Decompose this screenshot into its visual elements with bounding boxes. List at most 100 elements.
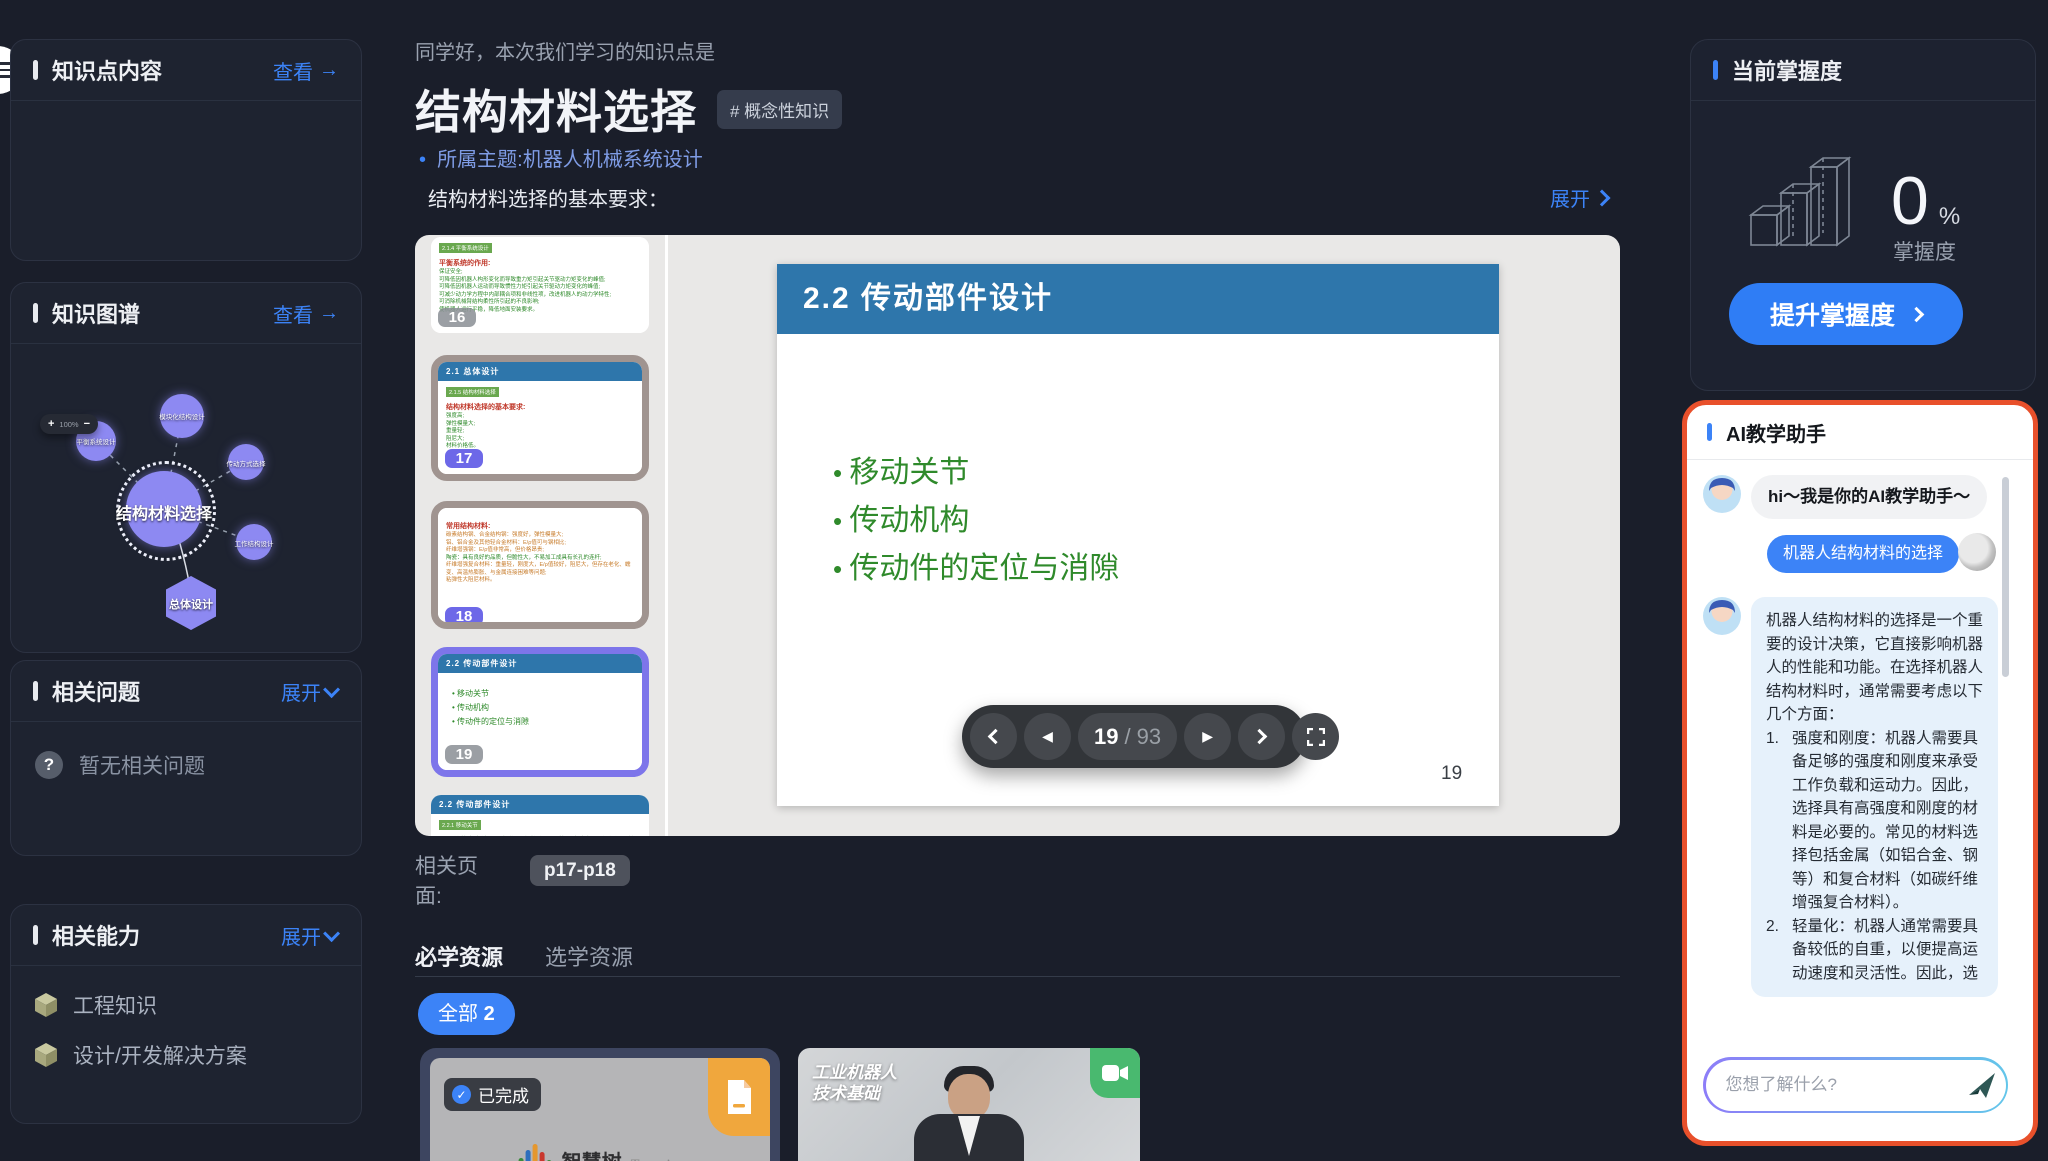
empty-state: ? 暂无相关问题 (11, 722, 361, 808)
logo-bars-icon (519, 1144, 554, 1161)
resource-card-video[interactable]: 工业机器人 技术基础 (798, 1048, 1140, 1161)
thumb-page-badge: 19 (445, 745, 483, 764)
panel-knowledge-content: 知识点内容 查看 → (10, 39, 362, 261)
thumbnail-page-18[interactable]: 常用结构材料: 碳素结构钢、合金结构钢：强度好，弹性模量大; 铝、铝合金及其他轻… (431, 501, 649, 629)
panel-marker (33, 681, 38, 701)
app-root: 知识点内容 查看 → 知识图谱 查看 → 模块化结构设计 平衡系统设计 传动方式 (0, 0, 2048, 1161)
knowledge-type-badge: # 概念性知识 (717, 90, 842, 129)
graph-center-label: 结构材料选择 (89, 500, 239, 524)
page-title: 结构材料选择 (415, 76, 697, 142)
graph-hex-label: 总体设计 (145, 596, 237, 612)
requirement-text: 结构材料选择的基本要求： (428, 183, 668, 212)
document-thumbnail: ✓ 已完成 智慧树 Treenity (430, 1058, 770, 1161)
thumb-page-badge: 17 (445, 449, 483, 468)
resource-card-document[interactable]: ✓ 已完成 智慧树 Treenity (420, 1048, 780, 1161)
zoom-in-button[interactable]: + (48, 418, 54, 430)
mastery-stairs-icon (1747, 145, 1867, 250)
last-page-button[interactable] (1238, 713, 1285, 760)
chat-scrollbar[interactable] (2002, 477, 2009, 677)
next-page-button[interactable]: ▶ (1184, 713, 1231, 760)
mastery-unit: % (1939, 203, 1960, 231)
graph-node-label: 平衡系统设计 (60, 436, 132, 446)
prev-page-button[interactable]: ◀ (1024, 713, 1071, 760)
check-icon: ✓ (452, 1085, 471, 1104)
graph-node-label: 模块化结构设计 (142, 411, 222, 421)
filter-all-button[interactable]: 全部 2 (418, 993, 515, 1035)
fullscreen-button[interactable] (1292, 713, 1339, 760)
logo-text-en: Treenity (630, 1157, 682, 1161)
message-list-item: 1. 强度和刚度：机器人需要具备足够的强度和刚度来承受工作负载和运动力。因此，选… (1766, 727, 1983, 915)
assistant-avatar (1703, 597, 1741, 635)
zoom-out-button[interactable]: − (84, 418, 90, 430)
thumbnail-page-16[interactable]: 2.1.4 平衡系统设计 平衡系统的作用: 保证安全; 可降低因机器人构形变化而… (431, 237, 649, 333)
improve-mastery-button[interactable]: 提升掌握度 (1729, 283, 1963, 345)
mastery-label: 掌握度 (1893, 236, 1956, 266)
related-pages-label: 相关页面: (415, 852, 487, 912)
filter-count: 2 (484, 1003, 495, 1025)
slide-bullet: 传动机构 (833, 497, 1119, 545)
panel-marker (1713, 60, 1718, 80)
status-text: 已完成 (478, 1082, 529, 1107)
panel-current-mastery: 当前掌握度 0 % 掌握度 提升掌握度 (1690, 39, 2036, 391)
document-type-icon (708, 1058, 770, 1136)
assistant-avatar (1703, 475, 1741, 513)
ability-label: 设计/开发解决方案 (73, 1040, 247, 1070)
slide-bullet: 移动关节 (833, 449, 1119, 497)
assistant-message: hi～我是你的AI教学助手～ (1751, 475, 1987, 519)
page-indicator: 19 / 93 (1078, 713, 1177, 760)
panel-title: 知识点内容 (52, 54, 273, 86)
total-pages: 93 (1137, 724, 1161, 750)
panel-related-questions: 相关问题 展开 ? 暂无相关问题 (10, 660, 362, 856)
knowledge-graph-canvas[interactable]: 模块化结构设计 平衡系统设计 传动方式选择 工作结构设计 结构材料选择 总体设计… (11, 343, 361, 652)
current-page: 19 (1094, 724, 1118, 750)
empty-text: 暂无相关问题 (79, 750, 205, 780)
graph-zoom-control: + 100% − (40, 414, 98, 434)
thumbnail-page-19[interactable]: 2.2 传动部件设计 移动关节 传动机构 传动件的定位与消隙 19 (431, 647, 649, 777)
rail-divider (665, 235, 668, 836)
mastery-value: 0 (1891, 162, 1929, 240)
related-pages-badge[interactable]: p17-p18 (530, 855, 630, 886)
panel-title: 当前掌握度 (1732, 54, 2013, 86)
panel-marker (1707, 423, 1712, 441)
graph-node-label: 传动方式选择 (212, 458, 280, 468)
status-badge: ✓ 已完成 (444, 1078, 541, 1111)
chat-input[interactable] (1724, 1074, 1958, 1096)
assistant-message-long: 机器人结构材料的选择是一个重要的设计决策，它直接影响机器人的性能和功能。在选择机… (1751, 597, 1998, 997)
panel-marker (33, 925, 38, 945)
expand-link[interactable]: 展开 (281, 677, 339, 706)
cube-icon (35, 1043, 57, 1067)
thumb-tag: 2.1.4 平衡系统设计 (439, 243, 492, 253)
topic-line: • 所属主题:机器人机械系统设计 (419, 143, 703, 172)
thumbnail-page-17[interactable]: 2.1 总体设计 2.1.5 结构材料选择 结构材料选择的基本要求: 强度高; … (431, 355, 649, 481)
panel-knowledge-graph: 知识图谱 查看 → 模块化结构设计 平衡系统设计 传动方式选择 工作结构设计 (10, 282, 362, 653)
tab-optional-resources[interactable]: 选学资源 (545, 940, 633, 972)
slide-bullet: 传动件的定位与消隙 (833, 545, 1119, 593)
greeting-text: 同学好，本次我们学习的知识点是 (415, 36, 715, 65)
pager-toolbar: ◀ 19 / 93 ▶ (962, 705, 1306, 768)
ability-item: 工程知识 (11, 980, 361, 1030)
first-page-button[interactable] (970, 713, 1017, 760)
slide-corner-page-number: 19 (1441, 763, 1462, 785)
view-link[interactable]: 查看 → (273, 299, 339, 328)
cube-icon (35, 993, 57, 1017)
provider-logo: 智慧树 Treenity (519, 1144, 682, 1161)
thumbnail-page-20[interactable]: 2.2 传动部件设计 2.2.1 移动关节 移动关节由直线运动机构和在整个运动范… (431, 795, 649, 836)
view-link[interactable]: 查看 → (273, 56, 339, 85)
user-avatar (1958, 533, 1996, 571)
logo-text-zh: 智慧树 (562, 1146, 622, 1161)
graph-node-label: 工作结构设计 (220, 538, 288, 548)
panel-marker (33, 60, 38, 80)
tabs-divider (415, 976, 1620, 977)
send-icon[interactable] (1966, 1070, 1996, 1100)
panel-marker (33, 303, 38, 323)
chat-input-container (1703, 1057, 2008, 1113)
assistant-header: AI教学助手 (1687, 405, 2033, 460)
ability-label: 工程知识 (73, 990, 157, 1020)
expand-requirements-link[interactable]: 展开 (1550, 183, 1608, 212)
topic-text: 所属主题:机器人机械系统设计 (437, 149, 703, 171)
tab-required-resources[interactable]: 必学资源 (415, 940, 503, 972)
video-type-icon (1090, 1048, 1140, 1098)
user-message: 机器人结构材料的选择 (1767, 535, 1959, 573)
expand-link[interactable]: 展开 (281, 921, 339, 950)
message-intro: 机器人结构材料的选择是一个重要的设计决策，它直接影响机器人的性能和功能。在选择机… (1766, 609, 1983, 727)
